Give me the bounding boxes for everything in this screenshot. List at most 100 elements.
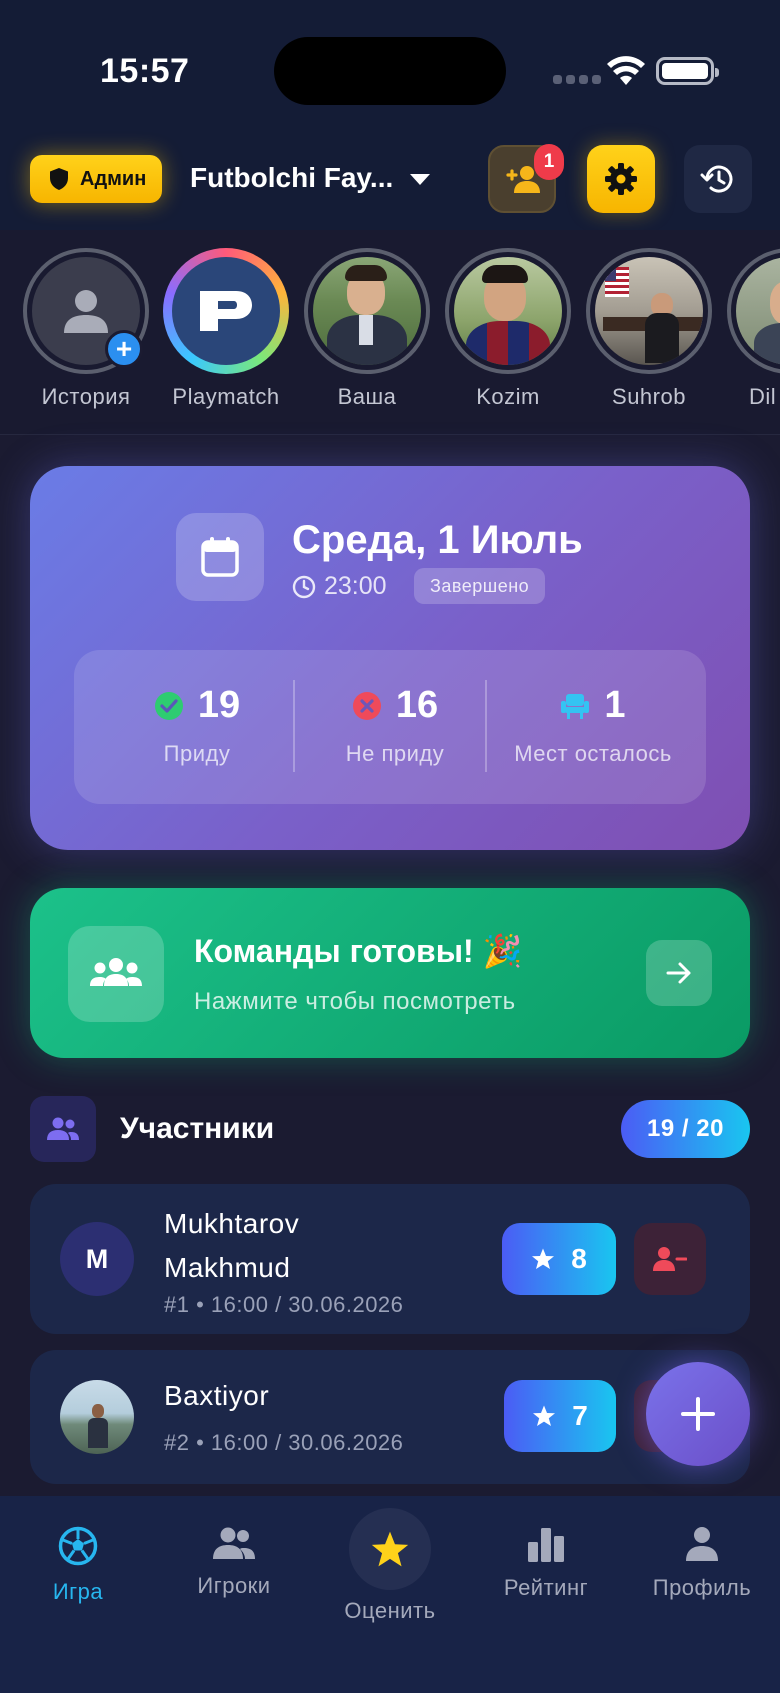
battery-icon bbox=[656, 57, 719, 85]
teams-ready-card[interactable]: Команды готовы! 🎉 Нажмите чтобы посмотре… bbox=[30, 888, 750, 1058]
bottom-navigation: Игра Игроки Оценить Рейтинг Профиль bbox=[0, 1496, 780, 1693]
stat-divider bbox=[485, 680, 487, 772]
story-item-playmatch[interactable]: Playmatch bbox=[163, 248, 289, 410]
not-coming-count: 16 bbox=[395, 684, 439, 726]
seats-left-count: 1 bbox=[604, 684, 626, 726]
check-circle-icon bbox=[154, 691, 183, 720]
status-bar: 15:57 bbox=[0, 0, 780, 140]
participant-name: Baxtiyor bbox=[164, 1380, 270, 1411]
star-icon bbox=[532, 1248, 555, 1269]
nav-label: Оценить bbox=[344, 1598, 436, 1623]
story-ring bbox=[727, 248, 780, 374]
game-date-card[interactable]: Среда, 1 Июль 23:00 Завершено 19 Приду 1… bbox=[30, 466, 750, 850]
remove-user-icon bbox=[653, 1247, 687, 1271]
avatar: M bbox=[60, 1222, 134, 1296]
story-item-add[interactable]: + История bbox=[23, 248, 149, 410]
participants-title: Участники bbox=[120, 1112, 275, 1145]
participant-meta: #1 • 16:00 / 30.06.2026 bbox=[164, 1292, 404, 1317]
story-ring bbox=[445, 248, 571, 374]
nav-label: Игра bbox=[52, 1579, 104, 1604]
rating-value: 8 bbox=[571, 1243, 587, 1274]
story-label: Dil bbox=[749, 384, 777, 409]
clock-icon bbox=[292, 575, 316, 598]
participants-count-badge: 19 / 20 bbox=[621, 1100, 750, 1158]
calendar-icon bbox=[201, 537, 239, 577]
story-item-kozim[interactable]: Kozim bbox=[445, 248, 571, 410]
arrow-right-icon bbox=[666, 962, 691, 984]
story-photo bbox=[454, 257, 562, 365]
app-header: Админ Futbolchi Fay... 1 bbox=[0, 140, 780, 230]
wifi-icon bbox=[607, 56, 645, 85]
nav-label: Профиль bbox=[652, 1575, 752, 1600]
remove-participant-button[interactable] bbox=[634, 1223, 706, 1295]
plus-icon bbox=[681, 1397, 715, 1431]
nav-item-profile[interactable]: Профиль bbox=[632, 1526, 772, 1601]
game-time: 23:00 bbox=[292, 572, 387, 601]
story-item-suhrob[interactable]: Suhrob bbox=[586, 248, 712, 410]
teams-ready-title: Команды готовы! 🎉 bbox=[194, 933, 523, 969]
chevron-down-icon[interactable] bbox=[410, 174, 430, 185]
playmatch-logo bbox=[200, 291, 252, 331]
dynamic-island bbox=[274, 37, 506, 105]
story-ring bbox=[586, 248, 712, 374]
add-story-plus-icon[interactable]: + bbox=[105, 330, 143, 368]
story-label: Ваша bbox=[337, 384, 397, 409]
group-icon bbox=[90, 958, 142, 986]
star-icon bbox=[533, 1405, 556, 1426]
history-icon bbox=[700, 165, 733, 193]
teams-icon-box bbox=[68, 926, 164, 1022]
nav-item-game[interactable]: Игра bbox=[8, 1526, 148, 1605]
stories-bar: + История Playmatch Ваша Kozim Suhrob Di… bbox=[0, 230, 780, 435]
add-fab-button[interactable] bbox=[646, 1362, 750, 1466]
person-icon bbox=[686, 1527, 718, 1561]
not-coming-label: Не приду bbox=[345, 741, 445, 766]
story-label: Kozim bbox=[476, 384, 540, 409]
story-photo bbox=[736, 257, 780, 365]
story-label: Playmatch bbox=[172, 384, 280, 409]
participant-row[interactable]: M Mukhtarov Makhmud #1 • 16:00 / 30.06.2… bbox=[30, 1184, 750, 1334]
participant-meta: #2 • 16:00 / 30.06.2026 bbox=[164, 1430, 404, 1455]
nav-item-rate[interactable]: Оценить bbox=[320, 1508, 460, 1624]
rating-value: 7 bbox=[572, 1400, 588, 1431]
nav-item-players[interactable]: Игроки bbox=[164, 1526, 304, 1599]
gear-icon bbox=[605, 163, 637, 195]
soccer-ball-icon bbox=[58, 1526, 98, 1566]
story-label: Suhrob bbox=[612, 384, 686, 409]
arrow-right-button[interactable] bbox=[646, 940, 712, 1006]
game-status-badge: Завершено bbox=[414, 568, 546, 604]
notification-badge: 1 bbox=[534, 144, 564, 180]
story-item-vasha[interactable]: Ваша bbox=[304, 248, 430, 410]
story-ring bbox=[163, 248, 289, 374]
status-time: 15:57 bbox=[100, 52, 190, 90]
calendar-icon-box bbox=[176, 513, 264, 601]
group-title[interactable]: Futbolchi Fay... bbox=[190, 162, 393, 194]
history-button[interactable] bbox=[684, 145, 752, 213]
seats-left-label: Мест осталось bbox=[514, 741, 672, 766]
rating-badge[interactable]: 8 bbox=[502, 1223, 616, 1295]
nav-label: Игроки bbox=[197, 1573, 271, 1598]
avatar bbox=[60, 1380, 134, 1454]
stat-seats-left: 1 Мест осталось bbox=[488, 684, 698, 767]
story-ring bbox=[304, 248, 430, 374]
story-label: История bbox=[41, 384, 131, 409]
signal-icon bbox=[553, 75, 601, 84]
story-photo bbox=[313, 257, 421, 365]
game-time-value: 23:00 bbox=[324, 572, 387, 600]
star-icon bbox=[371, 1531, 409, 1567]
participant-row[interactable]: Baxtiyor #2 • 16:00 / 30.06.2026 7 bbox=[30, 1350, 750, 1484]
person-placeholder-icon bbox=[64, 290, 108, 333]
coming-count: 19 bbox=[197, 684, 241, 726]
settings-button[interactable] bbox=[587, 145, 655, 213]
story-item-dil[interactable]: Dil bbox=[727, 248, 780, 410]
bar-chart-icon bbox=[528, 1528, 564, 1562]
participant-name: Mukhtarov Makhmud bbox=[164, 1202, 299, 1290]
story-ring: + bbox=[23, 248, 149, 374]
nav-item-rating[interactable]: Рейтинг bbox=[476, 1526, 616, 1601]
x-circle-icon bbox=[352, 691, 381, 720]
rating-badge[interactable]: 7 bbox=[504, 1380, 616, 1452]
attendance-stats: 19 Приду 16 Не приду 1 Мест осталось bbox=[74, 650, 706, 804]
users-icon bbox=[47, 1117, 79, 1140]
stat-divider bbox=[293, 680, 295, 772]
nav-label: Рейтинг bbox=[503, 1575, 589, 1600]
game-date-title: Среда, 1 Июль bbox=[292, 518, 583, 562]
